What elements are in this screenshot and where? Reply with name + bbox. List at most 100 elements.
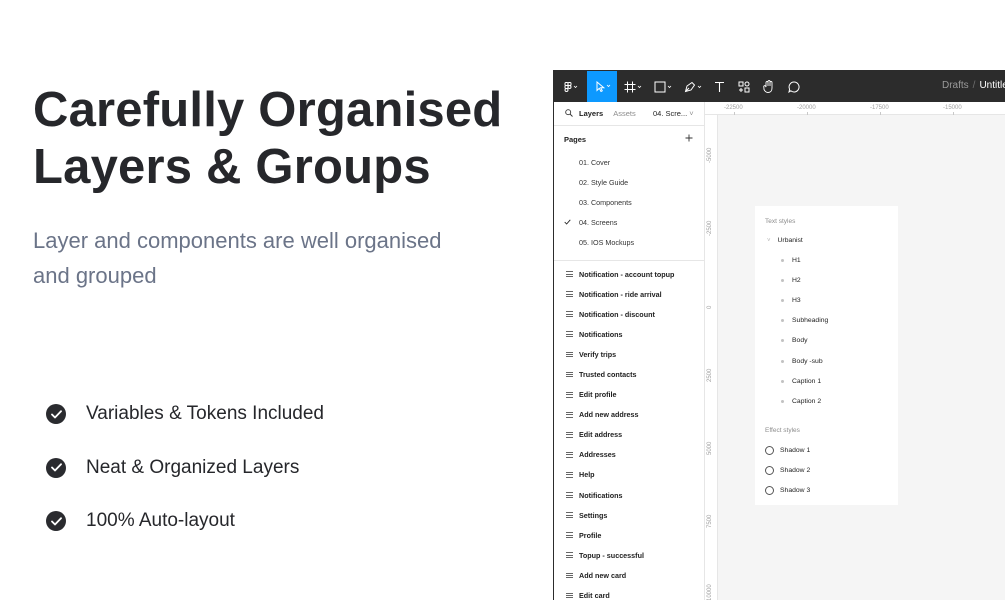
tab-assets[interactable]: Assets: [613, 109, 636, 118]
style-guide-frame[interactable]: Text styles ˅ Urbanist H1 H2 H3 Subheading Bo…: [755, 206, 898, 505]
shadow-effect-icon: [765, 466, 774, 475]
text-style-item[interactable]: H3: [781, 297, 801, 304]
layer-label: Notifications: [579, 329, 623, 339]
style-dot-icon: [781, 319, 784, 323]
ruler-tick-label: -5000: [707, 147, 713, 163]
effect-style-label: Shadow 2: [780, 467, 811, 474]
effect-style-item[interactable]: Shadow 3: [765, 486, 810, 495]
check-circle-icon: [46, 457, 66, 478]
text-style-label: Body -sub: [792, 357, 823, 365]
frame-layer-icon: [566, 452, 573, 458]
shape-tool-icon[interactable]: [650, 71, 676, 102]
page-item[interactable]: 05. IOS Mockups: [554, 232, 704, 252]
text-style-item[interactable]: Caption 2: [781, 398, 821, 405]
frame-layer-icon: [566, 492, 573, 498]
text-style-item[interactable]: Subheading: [781, 317, 828, 324]
title-line-1: Carefully Organised: [33, 83, 503, 137]
text-styles-title: Text styles: [765, 218, 796, 225]
text-style-item[interactable]: H1: [781, 257, 801, 264]
layer-item[interactable]: Help: [554, 465, 704, 485]
ruler-tick: [807, 112, 808, 115]
frame-layer-icon: [566, 351, 573, 358]
ruler-tick: [734, 112, 735, 115]
layer-item[interactable]: Profile: [554, 525, 704, 545]
subtitle-line-1: Layer and components are well organised: [33, 228, 442, 253]
layer-label: Verify trips: [579, 349, 617, 359]
text-style-item[interactable]: Body -sub: [781, 358, 823, 365]
font-group-row[interactable]: ˅ Urbanist: [767, 237, 803, 244]
layer-item[interactable]: Topup - successful: [554, 545, 704, 565]
chevron-down-icon: ˅: [767, 237, 771, 244]
frame-tool-icon[interactable]: [620, 71, 646, 102]
layer-item[interactable]: Notifications: [554, 324, 704, 344]
layer-item[interactable]: Add new card: [554, 565, 704, 585]
text-style-item[interactable]: Caption 1: [781, 378, 821, 385]
hand-tool-icon[interactable]: [759, 71, 779, 102]
page-item[interactable]: 02. Style Guide: [554, 172, 704, 192]
text-style-item[interactable]: Body: [781, 337, 808, 344]
frame-layer-icon: [566, 391, 573, 398]
page-selector[interactable]: 04. Scre... ˅: [653, 109, 694, 118]
text-style-label: Caption 1: [792, 377, 822, 385]
text-tool-icon[interactable]: [709, 71, 729, 102]
layer-label: Trusted contacts: [579, 370, 637, 380]
canvas[interactable]: -22500 -20000 -17500 -15000 -5000 -2500 0 2500…: [705, 102, 1005, 600]
layer-item[interactable]: Addresses: [554, 445, 704, 465]
layer-label: Edit address: [579, 430, 623, 440]
page-item[interactable]: 01. Cover: [554, 152, 704, 172]
text-style-label: H2: [792, 277, 801, 285]
layer-label: Edit card: [579, 591, 610, 600]
layer-item[interactable]: Verify trips: [554, 344, 704, 364]
effect-style-item[interactable]: Shadow 1: [765, 446, 810, 455]
add-page-icon[interactable]: [685, 134, 693, 144]
ruler-tick-label: 0: [707, 305, 713, 309]
layer-item[interactable]: Notifications: [554, 485, 704, 505]
feature-item: Neat & Organized Layers: [46, 452, 324, 484]
main-menu-icon[interactable]: [558, 71, 584, 102]
ruler-tick-label: 5000: [707, 441, 713, 455]
layer-item[interactable]: Notification - ride arrival: [554, 284, 704, 304]
effect-style-label: Shadow 3: [780, 487, 811, 494]
breadcrumb-separator: /: [972, 80, 976, 91]
layer-item[interactable]: Add new address: [554, 405, 704, 425]
file-name[interactable]: Untitled: [979, 80, 1005, 91]
layers-panel: Layers Assets 04. Scre... ˅ Pages 01. Co…: [554, 102, 705, 600]
layer-item[interactable]: Edit card: [554, 586, 704, 600]
effect-style-item[interactable]: Shadow 2: [765, 466, 810, 475]
text-style-label: Body: [792, 337, 808, 345]
comment-icon[interactable]: [784, 71, 804, 102]
page-item[interactable]: 03. Components: [554, 192, 704, 212]
layer-item[interactable]: Settings: [554, 505, 704, 525]
layer-label: Addresses: [579, 450, 616, 460]
effect-style-label: Shadow 1: [780, 447, 811, 454]
layer-label: Add new address: [579, 410, 639, 420]
components-icon[interactable]: [734, 71, 754, 102]
style-dot-icon: [781, 359, 784, 363]
search-icon[interactable]: [565, 108, 573, 119]
ruler-tick-label: -20000: [797, 105, 816, 111]
page-item-active[interactable]: 04. Screens: [554, 212, 704, 232]
pen-tool-icon[interactable]: [680, 71, 706, 102]
text-style-item[interactable]: H2: [781, 277, 801, 284]
layer-label: Help: [579, 470, 595, 480]
page-label: 03. Components: [579, 197, 632, 207]
layer-item[interactable]: Trusted contacts: [554, 364, 704, 384]
layer-item[interactable]: Edit profile: [554, 385, 704, 405]
frame-layer-icon: [566, 532, 573, 539]
ruler-tick: [953, 112, 954, 115]
layer-label: Notification - ride arrival: [579, 289, 662, 299]
layer-label: Profile: [579, 530, 602, 540]
feature-item: Variables & Tokens Included: [46, 398, 324, 430]
move-tool-icon[interactable]: [587, 71, 617, 102]
style-dot-icon: [781, 399, 784, 403]
tab-layers[interactable]: Layers: [579, 109, 603, 118]
layer-label: Notifications: [579, 490, 623, 500]
layer-item[interactable]: Notification - discount: [554, 304, 704, 324]
layer-item[interactable]: Edit address: [554, 425, 704, 445]
ruler-vertical: -5000 -2500 0 2500 5000 7500 10000: [705, 115, 718, 600]
feature-item: 100% Auto-layout: [46, 505, 324, 537]
breadcrumb-drafts[interactable]: Drafts: [942, 80, 969, 91]
layer-item[interactable]: Notification - account topup: [554, 264, 704, 284]
text-style-label: H1: [792, 257, 801, 264]
frame-layer-icon: [566, 572, 573, 579]
